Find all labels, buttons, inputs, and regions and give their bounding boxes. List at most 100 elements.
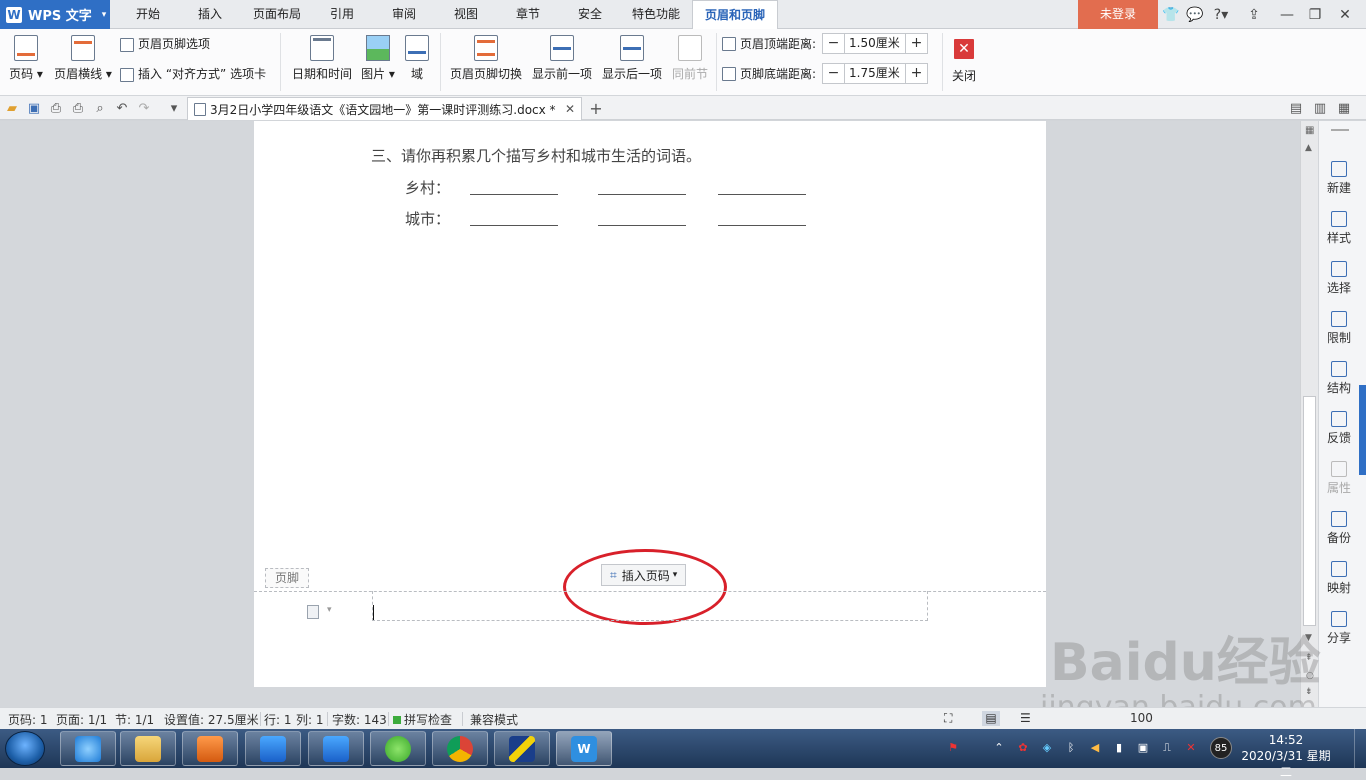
page-number-button[interactable]: 页码 ▾ [6,35,46,82]
redo-icon[interactable]: ↷ [136,100,152,116]
shirt-icon[interactable]: 👕 [1161,5,1181,25]
sidebar-item-feedback[interactable]: 反馈 [1319,411,1359,446]
show-next-button[interactable]: 显示后一项 [600,35,664,82]
tab-special-features[interactable]: 特色功能 [623,0,689,29]
header-top-distance-input[interactable]: 1.50厘米 [844,34,907,53]
status-setting: 设置值: 27.5厘米 [164,713,259,727]
footer-distance-icon [722,66,736,81]
tray-arrow-icon[interactable]: ⌃ [992,741,1006,755]
sidebar-item-style[interactable]: 样式 [1319,211,1359,246]
taskbar-chrome[interactable] [432,731,488,766]
bluetooth-icon[interactable]: ᛒ [1064,741,1078,755]
view-icon-2[interactable]: ▥ [1312,100,1328,116]
open-folder-icon[interactable]: ▰ [4,100,20,116]
new-tab-plus-icon[interactable]: + [588,99,604,118]
undo-icon[interactable]: ↶ [114,100,130,116]
footer-bottom-distance-input[interactable]: 1.75厘米 [844,64,907,83]
header-footer-options-button[interactable]: 页眉页脚选项 [120,35,210,52]
footer-distance-increment-button[interactable]: + [906,64,927,83]
sidebar-item-share[interactable]: 分享 [1319,611,1359,646]
save-icon[interactable]: ▣ [26,100,42,116]
picture-button[interactable]: 图片 ▾ [360,35,396,82]
close-tab-icon[interactable]: ✕ [565,102,575,116]
close-icon[interactable]: ✕ [1335,5,1355,25]
taskbar-media-player[interactable] [182,731,238,766]
volume-icon[interactable]: ◀ [1088,741,1102,755]
mute-icon[interactable]: ✕ [1184,741,1198,755]
page-view-icon[interactable]: ▤ [982,711,1000,726]
taskbar-security-2[interactable] [308,731,364,766]
scrollbar-thumb[interactable] [1303,396,1316,626]
print-preview-icon[interactable]: ⌕ [92,100,108,116]
battery-indicator[interactable]: 85 [1210,737,1232,759]
footer-edit-area[interactable] [372,591,928,621]
status-word-count[interactable]: 字数: 143 [332,711,387,728]
system-clock[interactable]: 14:52 2020/3/31 星期二 [1236,732,1336,780]
close-header-footer-button[interactable]: ✕ 关闭 [948,29,980,84]
view-icon-3[interactable]: ▦ [1336,100,1352,116]
scroll-up-icon[interactable]: ▲ [1305,143,1312,153]
tray-device-icon[interactable]: ▮ [1112,741,1126,755]
more-chevron-down-icon[interactable]: ▾ [166,100,182,116]
export-pdf-icon[interactable]: ⎙ [48,100,64,116]
tab-view[interactable]: 视图 [437,0,495,29]
tray-flag-icon[interactable]: ⚑ [946,741,960,755]
show-previous-button[interactable]: 显示前一项 [530,35,594,82]
view-icon-1[interactable]: ▤ [1288,100,1304,116]
tray-shield-icon[interactable]: ◈ [1040,741,1054,755]
header-line-icon [71,35,95,61]
sidebar-item-select[interactable]: 选择 [1319,261,1359,296]
taskbar-explorer[interactable] [120,731,176,766]
header-distance-decrement-button[interactable]: − [823,34,844,53]
tab-chapter[interactable]: 章节 [499,0,557,29]
help-icon[interactable]: ? ▾ [1208,5,1234,25]
tray-clipboard-icon[interactable]: ▣ [1136,741,1150,755]
tray-app-icon[interactable]: ✿ [1016,741,1030,755]
sidebar-item-structure[interactable]: 结构 [1319,361,1359,396]
header-distance-increment-button[interactable]: + [906,34,927,53]
tab-insert[interactable]: 插入 [180,0,240,29]
sidebar-item-restrict[interactable]: 限制 [1319,311,1359,346]
task-pane-collapse-handle[interactable] [1359,385,1366,475]
outline-view-icon[interactable]: ☰ [1020,711,1031,725]
date-time-button[interactable]: 日期和时间 [290,35,354,82]
spell-check-toggle[interactable]: 拼写检查 [393,711,452,728]
sidebar-item-new[interactable]: 新建 [1319,161,1359,196]
switch-header-footer-button[interactable]: 页眉页脚切换 [448,35,524,82]
chat-icon[interactable]: 💬 [1185,5,1205,25]
footer-options-icon[interactable] [307,605,319,619]
taskbar-ie[interactable] [60,731,116,766]
start-button[interactable] [5,731,45,766]
header-line-button[interactable]: 页眉横线 ▾ [52,35,114,82]
taskbar-wechat[interactable] [370,731,426,766]
footer-distance-decrement-button[interactable]: − [823,64,844,83]
login-button[interactable]: 未登录 [1078,0,1158,29]
tab-references[interactable]: 引用 [314,0,370,29]
app-menu-button[interactable]: W WPS 文字 ▾ [0,0,110,29]
sidebar-item-properties[interactable]: 属性 [1319,461,1359,496]
split-view-icon[interactable]: ▦ [1305,125,1314,136]
tab-header-footer[interactable]: 页眉和页脚 [692,0,778,30]
tab-security[interactable]: 安全 [561,0,619,29]
minimize-icon[interactable]: — [1277,5,1297,25]
tab-review[interactable]: 审阅 [375,0,433,29]
taskbar-flag-app[interactable] [494,731,550,766]
tab-start[interactable]: 开始 [118,0,178,29]
same-as-previous-button[interactable]: 同前节 [670,35,710,82]
sidebar-item-backup[interactable]: 备份 [1319,511,1359,546]
sidebar-item-mapping[interactable]: 映射 [1319,561,1359,596]
print-icon[interactable]: ⎙ [70,100,86,116]
document-tab[interactable]: 3月2日小学四年级语文《语文园地一》第一课时评测练习.docx * ✕ [187,97,582,120]
taskbar-wps[interactable]: W [556,731,612,766]
tab-page-layout[interactable]: 页面布局 [242,0,312,29]
field-button[interactable]: 域 [404,35,430,82]
zoom-level[interactable]: 100 [1130,711,1153,725]
full-screen-icon[interactable]: ⛶ [944,711,952,726]
upload-icon[interactable]: ⇪ [1244,5,1264,25]
show-desktop-button[interactable] [1354,729,1366,768]
network-icon[interactable]: ⎍ [1160,741,1174,755]
restore-icon[interactable]: ❐ [1305,5,1325,25]
insert-align-tab-button[interactable]: 插入 “对齐方式” 选项卡 [120,65,266,82]
taskbar-security[interactable] [245,731,301,766]
document-page[interactable]: 三、请你再积累几个描写乡村和城市生活的词语。 乡村： 城市： 页脚 ⌗ 插入页码… [254,121,1046,687]
